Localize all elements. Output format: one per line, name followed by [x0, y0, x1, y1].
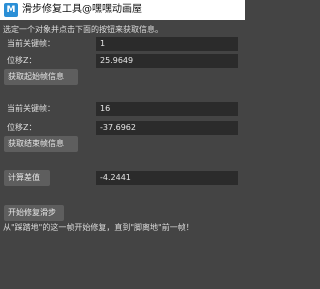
start-frame-field[interactable]: 1 [96, 37, 238, 51]
diff-value-field[interactable]: -4.2441 [96, 171, 238, 185]
title-bar: M 滑步修复工具@嘿嘿动画屋 [0, 0, 245, 20]
end-z-field[interactable]: -37.6962 [96, 121, 238, 135]
get-end-frame-button[interactable]: 获取结束帧信息 [4, 136, 78, 152]
end-z-label: 位移Z： [7, 123, 37, 132]
get-start-frame-button[interactable]: 获取起始帧信息 [4, 69, 78, 85]
start-frame-label: 当前关键帧： [7, 39, 55, 48]
fix-hint-text: 从"踩踏地"的这一帧开始修复，直到"脚离地"前一帧！ [3, 223, 194, 232]
end-frame-field[interactable]: 16 [96, 102, 238, 116]
calculate-diff-button[interactable]: 计算差值 [4, 170, 50, 186]
start-z-label: 位移Z： [7, 56, 37, 65]
start-fix-button[interactable]: 开始修复滑步 [4, 205, 64, 221]
start-z-field[interactable]: 25.9649 [96, 54, 238, 68]
window-title: 滑步修复工具@嘿嘿动画屋 [22, 4, 142, 15]
end-frame-label: 当前关键帧： [7, 104, 55, 113]
maya-app-icon: M [4, 3, 18, 17]
instruction-text: 选定一个对象并点击下面的按钮来获取信息。 [3, 25, 163, 34]
